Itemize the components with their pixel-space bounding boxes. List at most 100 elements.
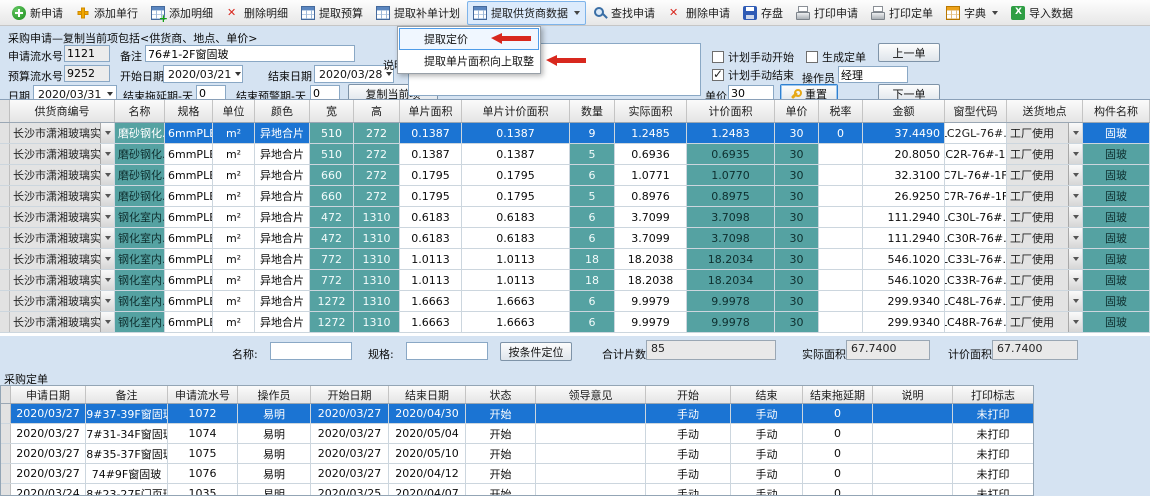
dictionary-icon	[946, 6, 960, 20]
remark-input[interactable]	[145, 45, 355, 62]
table-cell	[819, 312, 863, 332]
table-cell: 299.9340	[863, 312, 945, 332]
table-cell: 9.9979	[615, 291, 687, 311]
table-row[interactable]: 长沙市潇湘玻璃实..钢化室内..6mmPLE..m²异地合片127213101.…	[0, 312, 1150, 333]
chevron-down-icon[interactable]	[1068, 270, 1082, 290]
column-header: 状态	[466, 386, 536, 403]
chevron-down-icon[interactable]	[100, 144, 114, 164]
table-row[interactable]: 2020/03/2787#31-34F窗固玻1074易明2020/03/2720…	[1, 424, 1033, 444]
filter-name-input[interactable]	[270, 342, 352, 360]
start-date-combo[interactable]: 2020/03/21	[163, 65, 243, 83]
table-cell: 111.2940	[863, 228, 945, 248]
toolbar-button-label: 存盘	[761, 5, 783, 21]
chevron-down-icon[interactable]	[1068, 249, 1082, 269]
toolbar-button[interactable]: 导入数据	[1005, 1, 1079, 25]
chevron-down-icon[interactable]	[1068, 312, 1082, 332]
filter-spec-input[interactable]	[406, 342, 488, 360]
generate-order-checkbox[interactable]: 生成定单	[806, 49, 866, 65]
toolbar-button[interactable]: 打印申请	[790, 1, 864, 25]
chevron-down-icon[interactable]	[100, 249, 114, 269]
budget-input[interactable]	[64, 65, 110, 82]
toolbar-button[interactable]: 打印定单	[865, 1, 939, 25]
chevron-down-icon[interactable]	[100, 312, 114, 332]
table-row[interactable]: 长沙市潇湘玻璃实..钢化室内..6mmPLE..m²异地合片47213100.6…	[0, 207, 1150, 228]
chevron-down-icon[interactable]	[1068, 186, 1082, 206]
row-gutter	[0, 165, 10, 185]
row-gutter	[0, 144, 10, 164]
table-row[interactable]: 长沙市潇湘玻璃实..钢化室内..6mmPLE..m²异地合片77213101.0…	[0, 249, 1150, 270]
chevron-down-icon[interactable]	[1068, 123, 1082, 143]
chevron-down-icon[interactable]	[100, 123, 114, 143]
chevron-down-icon[interactable]	[100, 270, 114, 290]
toolbar-button[interactable]: 提取预算	[295, 1, 369, 25]
table-cell: 未打印	[953, 464, 1034, 483]
menu-item[interactable]: 提取定价	[399, 28, 539, 50]
table-row[interactable]: 长沙市潇湘玻璃实..磨砂钢化..6mmPLE..m²异地合片6602720.17…	[0, 165, 1150, 186]
operator-input[interactable]	[838, 66, 908, 83]
table-cell: LC48L-76#..	[945, 291, 1007, 311]
menu-item[interactable]: 提取单片面积向上取整	[399, 50, 539, 72]
remark-label: 备注	[120, 48, 142, 64]
table-cell: 6	[570, 228, 615, 248]
table-row[interactable]: 长沙市潇湘玻璃实..磨砂钢化..6mmPLE..m²异地合片5102720.13…	[0, 144, 1150, 165]
table-row[interactable]: 长沙市潇湘玻璃实..钢化室内..6mmPLE..m²异地合片127213101.…	[0, 291, 1150, 312]
end-date-label: 结束日期	[268, 68, 312, 84]
table-row[interactable]: 长沙市潇湘玻璃实..磨砂钢化..6mmPLE..m²异地合片6602720.17…	[0, 186, 1150, 207]
toolbar-button[interactable]: 提取供货商数据	[467, 1, 586, 25]
chevron-down-icon[interactable]	[100, 186, 114, 206]
plan-manual-start-checkbox[interactable]: 计划手动开始	[712, 49, 794, 65]
toolbar-button[interactable]: 添加明细	[145, 1, 219, 25]
chevron-down-icon[interactable]	[100, 207, 114, 227]
combo-value: 工厂使用	[1007, 272, 1054, 288]
serial-input[interactable]	[64, 45, 110, 62]
plan-manual-end-checkbox[interactable]: 计划手动结束	[712, 67, 794, 83]
table-cell: 固玻	[1083, 186, 1150, 206]
table-cell: 未打印	[953, 424, 1034, 443]
chevron-down-icon[interactable]	[1068, 144, 1082, 164]
chevron-down-icon[interactable]	[1068, 291, 1082, 311]
chevron-down-icon[interactable]	[100, 165, 114, 185]
plan-manual-start-label: 计划手动开始	[728, 49, 794, 65]
chevron-down-icon[interactable]	[100, 228, 114, 248]
table-row[interactable]: 长沙市潇湘玻璃实..钢化室内..6mmPLE..m²异地合片47213100.6…	[0, 228, 1150, 249]
table-row[interactable]: 2020/03/2789#37-39F窗固玻1072易明2020/03/2720…	[1, 404, 1033, 424]
chevron-down-icon[interactable]	[100, 291, 114, 311]
column-header: 单片计价面积	[462, 100, 570, 122]
row-gutter	[1, 404, 11, 423]
chevron-down-icon[interactable]	[1068, 207, 1082, 227]
end-date-value: 2020/03/28	[319, 68, 382, 81]
table-row[interactable]: 长沙市潇湘玻璃实..钢化室内..6mmPLE..m²异地合片77213101.0…	[0, 270, 1150, 291]
toolbar-button[interactable]: 提取补单计划	[370, 1, 466, 25]
table-cell: 异地合片	[255, 249, 310, 269]
table-cell: 0	[803, 404, 873, 423]
table-row[interactable]: 2020/03/2774#9F窗固玻1076易明2020/03/272020/0…	[1, 464, 1033, 484]
table-row[interactable]: 2020/03/2488#23-27F门页玻1035易明2020/03/2520…	[1, 484, 1033, 496]
table-cell: LC2GL-76#..	[945, 123, 1007, 143]
table-cell: 2020/05/04	[389, 424, 466, 443]
table-row[interactable]: 2020/03/2788#35-37F窗固玻1075易明2020/03/2720…	[1, 444, 1033, 464]
combo-value: 长沙市潇湘玻璃实..	[10, 167, 100, 183]
combo-value: 长沙市潇湘玻璃实..	[10, 272, 100, 288]
toolbar-button[interactable]: 添加单行	[70, 1, 144, 25]
toolbar-button[interactable]: 字典	[940, 1, 1004, 25]
table-cell: LC7L-76#-1F0	[945, 165, 1007, 185]
column-header: 窗型代码	[945, 100, 1007, 122]
combo-value: 工厂使用	[1007, 188, 1054, 204]
table-cell: LC48R-76#..	[945, 312, 1007, 332]
table-cell: m²	[213, 291, 255, 311]
toolbar-button[interactable]: 存盘	[737, 1, 789, 25]
toolbar-button[interactable]: 新申请	[6, 1, 69, 25]
table-cell: 0.1795	[462, 186, 570, 206]
previous-order-button[interactable]: 上一单	[878, 43, 940, 62]
table-cell: 6mmPLE..	[165, 123, 213, 143]
table-cell: 0.6936	[615, 144, 687, 164]
toolbar-button[interactable]: 删除申请	[662, 1, 736, 25]
locate-by-condition-button[interactable]: 按条件定位	[500, 342, 572, 361]
toolbar-button[interactable]: 查找申请	[587, 1, 661, 25]
toolbar-button[interactable]: 删除明细	[220, 1, 294, 25]
end-date-combo[interactable]: 2020/03/28	[314, 65, 394, 83]
chevron-down-icon[interactable]	[1068, 165, 1082, 185]
table-row[interactable]: 长沙市潇湘玻璃实..磨砂钢化..6mmPLE..m²异地合片5102720.13…	[0, 123, 1150, 144]
chevron-down-icon[interactable]	[1068, 228, 1082, 248]
toolbar-button-label: 提取补单计划	[394, 5, 460, 21]
